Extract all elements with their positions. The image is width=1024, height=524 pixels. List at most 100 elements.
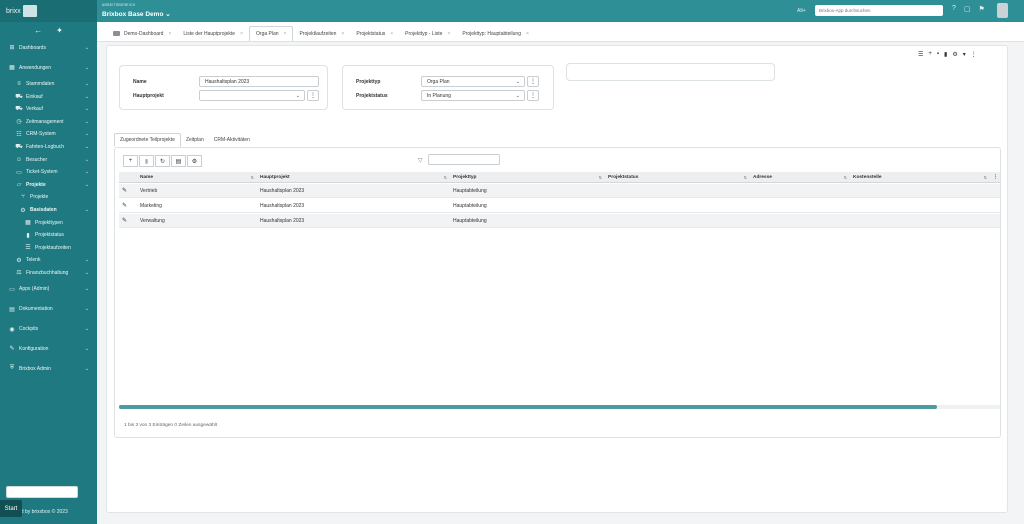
table-row[interactable]: ✎ Vertrieb Haushaltsplan 2023 Hauptabteilun… (119, 184, 1000, 198)
close-icon[interactable]: × (526, 31, 529, 37)
global-search-input[interactable] (815, 5, 943, 16)
column-header-adresse[interactable]: Adresse ⇅ (750, 172, 850, 182)
filter-icon[interactable]: ▽ (418, 157, 423, 164)
hauptprojekt-select[interactable]: ⌄ (199, 90, 305, 101)
chevron-down-icon: ⌄ (515, 93, 520, 99)
close-icon[interactable]: × (284, 31, 287, 37)
column-header-kostenstelle[interactable]: Kostenstelle ⇅ (850, 172, 990, 182)
projektstatus-select[interactable]: In Planung ⌄ (421, 90, 525, 101)
sidebar-item-dashboards[interactable]: ⊞ Dashboards ⌄ (0, 38, 97, 58)
ticket-icon: ▭ (16, 169, 22, 176)
sidebar-item-basisdaten[interactable]: ⚙ Basisdaten ⌄ (0, 204, 97, 217)
tab-projekttyp-hauptabteilung[interactable]: Projekttyp: Hauptabteilung × (456, 26, 535, 41)
tab-orga-plan[interactable]: Orga Plan × (249, 26, 294, 41)
sidebar-item-cockpits[interactable]: ◉ Cockpits ⌄ (0, 319, 97, 339)
edit-icon[interactable]: ✎ (119, 214, 137, 227)
projekttyp-select[interactable]: Orga Plan ⌄ (421, 76, 525, 87)
sidebar-item-apps-admin-[interactable]: ▭ Apps (Admin) ⌄ (0, 279, 97, 299)
column-more-icon[interactable]: ⋮ (990, 172, 1000, 182)
table-row[interactable]: ✎ Marketing Haushaltsplan 2023 Hauptabteilu… (119, 199, 1000, 213)
sidebar-item-projektaufzeiten[interactable]: ☰ Projektaufzeiten (0, 242, 97, 255)
sidebar-item-ticket-system[interactable]: ▭ Ticket-System ⌄ (0, 166, 97, 179)
chat-icon[interactable]: ▢ (964, 5, 971, 13)
close-icon[interactable]: × (341, 31, 344, 37)
sidebar-item-besucher[interactable]: ☺ Besucher ⌄ (0, 153, 97, 166)
tab-liste-der-hauptprojekte[interactable]: Liste der Hauptprojekte × (177, 26, 249, 41)
delete-icon[interactable]: ▮ (944, 51, 947, 58)
table-row[interactable]: ✎ Verwaltung Haushaltsplan 2023 Hauptabteil… (119, 214, 1000, 228)
scrollbar-thumb[interactable] (119, 405, 937, 409)
grid-settings-icon[interactable]: ⚙ (187, 155, 202, 167)
collapse-arrow-icon[interactable]: ← (34, 26, 42, 35)
sidebar-item-anwendungen[interactable]: ▦ Anwendungen ⌄ (0, 58, 97, 78)
sidebar-item-telenk[interactable]: ⚙ Telenk ⌄ (0, 254, 97, 267)
subtab-crm-aktivit-ten[interactable]: CRM-Aktivitäten (209, 133, 255, 147)
tab-projekttyp-liste[interactable]: Projekttyp - Liste × (399, 26, 456, 41)
sidebar-item-fahrten-logbuch[interactable]: ⛟ Fahrten-Logbuch ⌄ (0, 141, 97, 154)
sort-icon[interactable]: ⇅ (844, 175, 847, 180)
subtab-zeitplan[interactable]: Zeitplan (181, 133, 209, 147)
sidebar-item-zeitmanagement[interactable]: ◷ Zeitmanagement ⌄ (0, 116, 97, 129)
delete-row-icon[interactable]: ▮ (139, 155, 154, 167)
sidebar-item-konfiguration[interactable]: ✎ Konfiguration ⌄ (0, 339, 97, 359)
column-header-name[interactable]: Name ⇅ (137, 172, 257, 182)
horizontal-scrollbar[interactable] (119, 405, 1000, 409)
name-field[interactable]: Haushaltsplan 2023 (199, 76, 319, 87)
sidebar-search-input[interactable] (6, 486, 78, 498)
sort-icon[interactable]: ⇅ (599, 175, 602, 180)
edit-icon[interactable]: ✎ (119, 184, 137, 197)
help-icon[interactable]: ? (952, 5, 956, 13)
sidebar-item-projekttypen[interactable]: ▦ Projekttypen (0, 216, 97, 229)
grid-search-input[interactable] (428, 154, 500, 165)
avatar[interactable] (997, 3, 1008, 18)
sort-icon[interactable]: ⇅ (251, 175, 254, 180)
workspace-selector[interactable]: Brixbox Base Demo ⌄ (102, 10, 171, 18)
table-cell (605, 184, 750, 197)
flag-icon[interactable]: ⚑ (979, 5, 985, 13)
column-header-hauptprojekt[interactable]: Hauptprojekt ⇅ (257, 172, 450, 182)
start-button[interactable]: Start (0, 500, 22, 517)
edit-icon[interactable]: ✎ (119, 199, 137, 212)
hauptprojekt-more-button[interactable]: ⋮ (307, 90, 319, 101)
sidebar-item-projekte[interactable]: ▱ Projekte ⌄ (0, 179, 97, 192)
sort-icon[interactable]: ⇅ (444, 175, 447, 180)
grid-footer: 1 bis 3 von 3 Einträgen 0 Zeilen ausgewä… (124, 423, 218, 428)
sidebar-item-projekte[interactable]: ⑂ Projekte (0, 191, 97, 204)
chevron-down-icon: ⌄ (84, 286, 89, 293)
tab-demo-dashboard[interactable]: Demo-Dashboard × (107, 26, 177, 41)
add-icon[interactable]: + (928, 51, 932, 58)
close-icon[interactable]: × (447, 31, 450, 37)
sort-icon[interactable]: ⇅ (984, 175, 987, 180)
pin-icon[interactable]: ✦ (56, 26, 63, 35)
sidebar-item-verkauf[interactable]: ⛟ Verkauf ⌄ (0, 103, 97, 116)
list-icon[interactable]: ☰ (918, 51, 923, 58)
projektstatus-more-button[interactable]: ⋮ (527, 90, 539, 101)
tab-projektstatus[interactable]: Projektstatus × (350, 26, 399, 41)
more-icon[interactable]: ⋮ (971, 51, 977, 58)
sidebar-item-brixbox-admin[interactable]: ⛨ Brixbox Admin ⌄ (0, 359, 97, 379)
export-icon[interactable]: ▤ (171, 155, 186, 167)
logo-cube-icon (22, 5, 37, 17)
add-row-icon[interactable]: + (123, 155, 138, 167)
tab-projektlaufzeiten[interactable]: Projektlaufzeiten × (293, 26, 350, 41)
close-icon[interactable]: × (390, 31, 393, 37)
sidebar-item-einkauf[interactable]: ⛟ Einkauf ⌄ (0, 90, 97, 103)
sidebar-item-finanzbuchhaltung[interactable]: ⚖ Finanzbuchhaltung ⌄ (0, 267, 97, 280)
projekttyp-more-button[interactable]: ⋮ (527, 76, 539, 87)
sidebar-item-dokumentation[interactable]: ▤ Dokumentation ⌄ (0, 299, 97, 319)
save-icon[interactable]: ▪ (937, 51, 939, 58)
refresh-icon[interactable]: ↻ (155, 155, 170, 167)
sidebar-item-stammdaten[interactable]: ≡ Stammdaten ⌄ (0, 78, 97, 91)
close-icon[interactable]: × (240, 31, 243, 37)
sidebar-item-projektstatus[interactable]: ▮ Projektstatus (0, 229, 97, 242)
subtab-zugeordnete-teilprojekte[interactable]: Zugeordnete Teilprojekte (114, 133, 181, 147)
branch-icon: ⑂ (21, 194, 25, 201)
settings-icon[interactable]: ⚙ (952, 51, 957, 58)
table-cell (850, 184, 990, 197)
column-header-projekttyp[interactable]: Projekttyp ⇅ (450, 172, 605, 182)
sort-icon[interactable]: ⇅ (744, 175, 747, 180)
column-header-projektstatus[interactable]: Projektstatus ⇅ (605, 172, 750, 182)
chevron-down-icon[interactable]: ▾ (963, 51, 966, 58)
sidebar-item-crm-system[interactable]: ☷ CRM-System ⌄ (0, 128, 97, 141)
close-icon[interactable]: × (168, 31, 171, 37)
